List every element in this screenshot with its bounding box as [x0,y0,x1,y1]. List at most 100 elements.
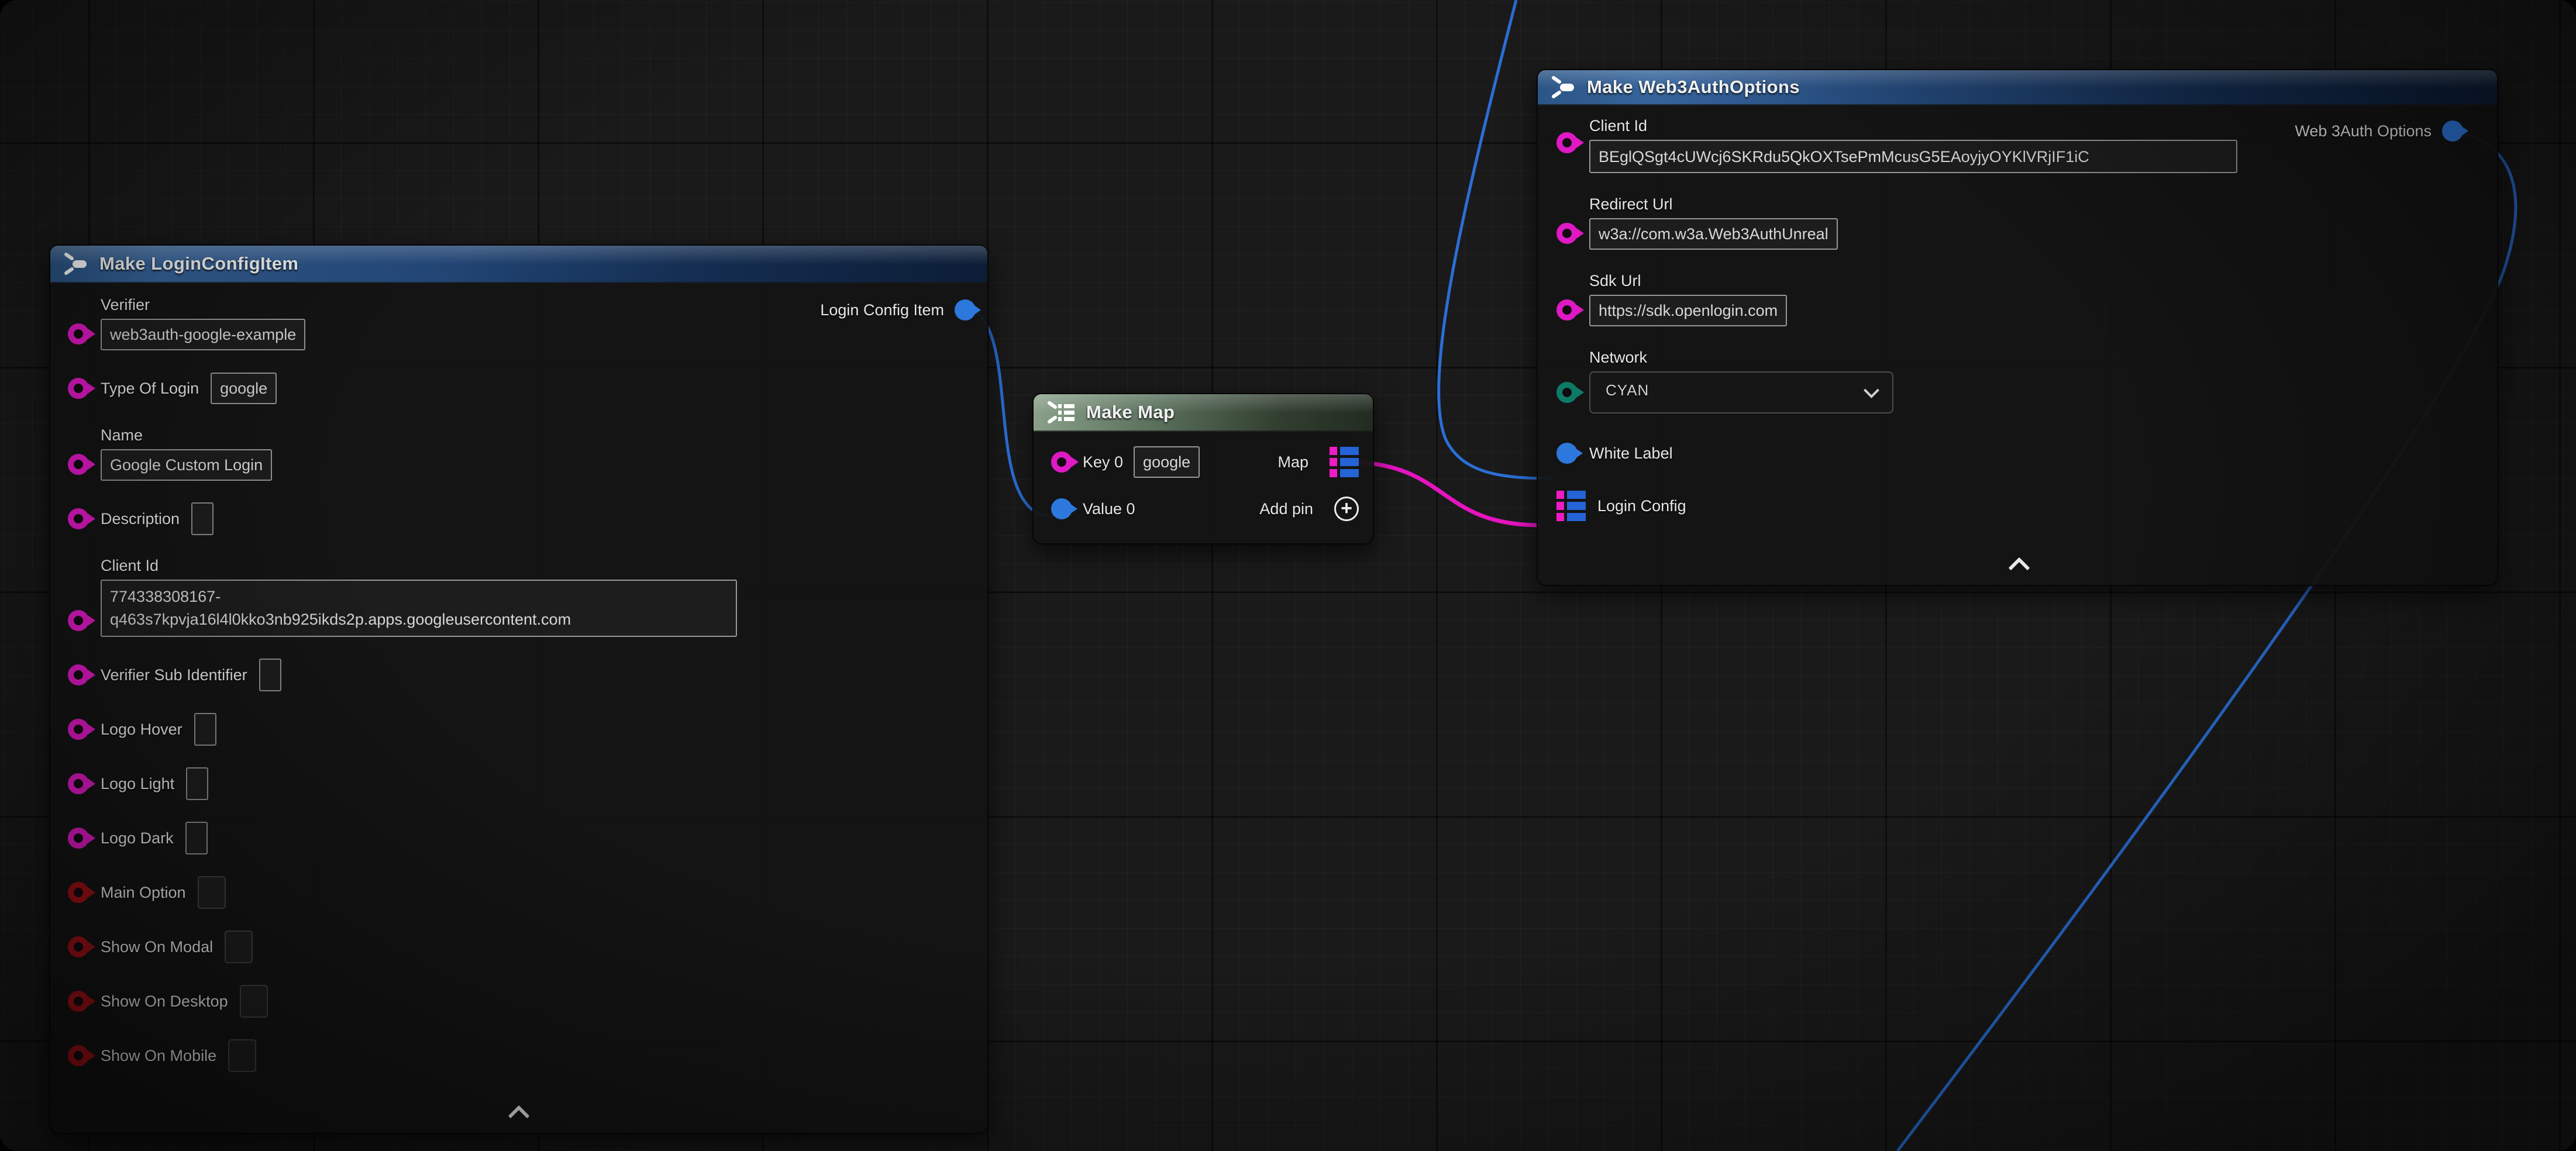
key0-string-pin[interactable] [1051,452,1072,473]
collapse-node-button[interactable] [501,1108,536,1124]
show-on-mobile-checkbox[interactable] [228,1039,256,1072]
white-label-struct-pin[interactable] [1556,443,1578,464]
struct-output-pin[interactable] [2442,120,2463,142]
string-pin[interactable] [68,773,89,794]
pin-row-network: Network CYAN [1556,349,2483,413]
key0-input[interactable]: google [1134,446,1200,478]
pin-label: Verifier Sub Identifier [101,666,247,684]
pin-label: Client Id [101,557,737,575]
pin-row-white-label: White Label [1556,437,2483,470]
pin-label: Map [1277,453,1308,471]
pin-label: Name [101,426,272,444]
chevron-up-icon [2009,557,2030,579]
node-header[interactable]: Make Map [1034,394,1373,432]
pin-row-main-option: Main Option [68,876,973,909]
string-pin[interactable] [68,508,89,529]
client-id-line1: 774338308167- [110,585,728,608]
string-pin[interactable] [68,664,89,685]
pin-label: Network [1589,349,1893,367]
pin-label: Client Id [1589,117,2237,135]
value0-struct-pin[interactable] [1051,498,1072,519]
name-input[interactable]: Google Custom Login [101,449,272,481]
bool-pin[interactable] [68,936,89,957]
node-make-loginconfigitem[interactable]: Make LoginConfigItem Login Config Item V… [49,244,989,1134]
output-pin-label: Login Config Item [820,301,944,319]
string-pin[interactable] [1556,223,1578,244]
wire-top-to-whitelabel [1439,0,1551,478]
pin-row-verifier-sub-identifier: Verifier Sub Identifier [68,659,973,691]
show-on-desktop-checkbox[interactable] [240,985,268,1018]
output-pin-row[interactable]: Login Config Item [820,299,976,321]
make-struct-icon [1551,75,1578,99]
node-title: Make Web3AuthOptions [1587,77,1800,98]
pin-label: Verifier [101,296,305,314]
map-output-pin[interactable] [1330,447,1359,477]
pin-row-login-config: Login Config [1556,490,2483,522]
network-selected-value: CYAN [1606,381,1649,399]
sdk-url-input[interactable]: https://sdk.openlogin.com [1589,295,1787,326]
network-dropdown[interactable]: CYAN [1589,371,1893,413]
bool-pin[interactable] [68,882,89,903]
make-map-icon [1046,400,1077,425]
plus-circle-icon: + [1334,497,1359,521]
string-pin[interactable] [68,719,89,740]
node-header[interactable]: Make Web3AuthOptions [1538,70,2497,105]
string-pin[interactable] [68,610,89,631]
enum-pin[interactable] [1556,382,1578,403]
map-row-2: Value 0 Add pin + [1051,492,1359,525]
pin-label: Logo Hover [101,721,182,739]
client-id-line2: q463s7kpvja16l4l0kko3nb925ikds2p.apps.go… [110,608,728,631]
description-input[interactable] [191,502,213,535]
pin-row-redirect-url: Redirect Url w3a://com.w3a.Web3AuthUnrea… [1556,195,2483,250]
main-option-checkbox[interactable] [198,876,226,909]
pin-label: Key 0 [1083,453,1123,471]
map-row-1: Key 0 google Map [1051,446,1359,478]
output-pin-label: Web 3Auth Options [2295,122,2432,140]
pin-label: White Label [1589,444,1673,463]
type-of-login-input[interactable]: google [211,373,277,404]
pin-row-logo-dark: Logo Dark [68,822,973,854]
string-pin[interactable] [1556,299,1578,321]
logo-light-input[interactable] [186,767,208,800]
node-make-map[interactable]: Make Map Key 0 google Map Value 0 [1032,393,1374,545]
pin-row-show-on-modal: Show On Modal [68,931,973,963]
output-pin-row[interactable]: Web 3Auth Options [2295,120,2463,142]
string-pin[interactable] [68,378,89,399]
login-config-map-pin[interactable] [1556,491,1586,521]
node-make-web3authoptions[interactable]: Make Web3AuthOptions Web 3Auth Options C… [1537,69,2498,586]
pin-label: Value 0 [1083,500,1135,518]
pin-label: Sdk Url [1589,272,1787,290]
logo-dark-input[interactable] [185,822,208,854]
pin-row-name: Name Google Custom Login [68,426,973,481]
pin-row-logo-hover: Logo Hover [68,713,973,746]
pin-row-sdk-url: Sdk Url https://sdk.openlogin.com [1556,272,2483,326]
string-pin[interactable] [68,454,89,475]
pin-label: Show On Mobile [101,1047,216,1065]
struct-output-pin[interactable] [955,299,976,321]
string-pin[interactable] [68,828,89,849]
redirect-url-input[interactable]: w3a://com.w3a.Web3AuthUnreal [1589,218,1838,250]
pin-row-client-id: Client Id 774338308167- q463s7kpvja16l4l… [68,557,973,637]
logo-hover-input[interactable] [194,713,216,746]
blueprint-graph-canvas[interactable]: Make LoginConfigItem Login Config Item V… [0,0,2576,1151]
pin-label: Description [101,510,180,528]
pin-row-logo-light: Logo Light [68,767,973,800]
bool-pin[interactable] [68,1045,89,1066]
add-pin-button[interactable]: Add pin + [1259,497,1359,521]
client-id-input[interactable]: BEglQSgt4cUWcj6SKRdu5QkOXTsePmMcusG5EAoy… [1589,140,2237,173]
add-pin-label: Add pin [1259,500,1313,518]
bool-pin[interactable] [68,991,89,1012]
verifier-sub-identifier-input[interactable] [259,659,281,691]
show-on-modal-checkbox[interactable] [225,931,253,963]
chevron-down-icon [1864,382,1879,398]
pin-label: Show On Modal [101,938,213,956]
pin-row-show-on-desktop: Show On Desktop [68,985,973,1018]
node-header[interactable]: Make LoginConfigItem [50,246,987,283]
verifier-input[interactable]: web3auth-google-example [101,319,305,350]
node-title: Make Map [1086,402,1175,423]
string-pin[interactable] [68,323,89,344]
client-id-input[interactable]: 774338308167- q463s7kpvja16l4l0kko3nb925… [101,580,737,637]
string-pin[interactable] [1556,132,1578,153]
collapse-node-button[interactable] [2002,560,2037,576]
chevron-up-icon [508,1105,530,1127]
